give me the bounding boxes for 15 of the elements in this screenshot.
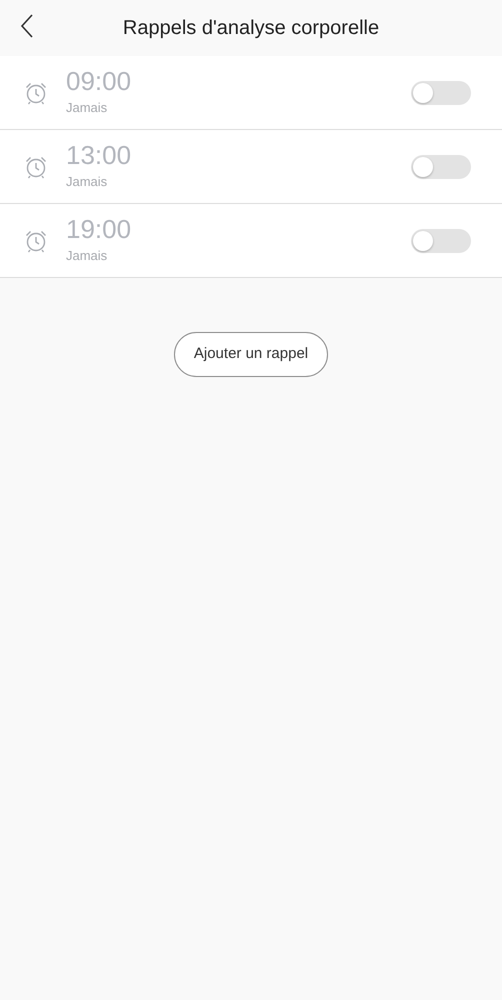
- alarm-clock-icon: [24, 228, 48, 252]
- toggle-switch[interactable]: [411, 228, 471, 252]
- repeat-label: Jamais: [66, 246, 108, 265]
- reminder-time: 09:00: [66, 68, 132, 94]
- add-reminder-button[interactable]: Ajouter un rappel: [174, 332, 328, 377]
- page-title: Rappels d'analyse corporelle: [122, 16, 380, 41]
- toggle-switch[interactable]: [411, 154, 471, 178]
- alarm-clock-icon: [24, 154, 48, 178]
- repeat-label: Jamais: [66, 98, 108, 117]
- repeat-label: Jamais: [66, 172, 108, 191]
- back-icon[interactable]: [20, 14, 34, 38]
- alarm-clock-icon: [24, 80, 48, 104]
- reminder-time: 19:00: [66, 216, 132, 242]
- toggle-switch[interactable]: [411, 80, 471, 104]
- reminder-time: 13:00: [66, 142, 132, 168]
